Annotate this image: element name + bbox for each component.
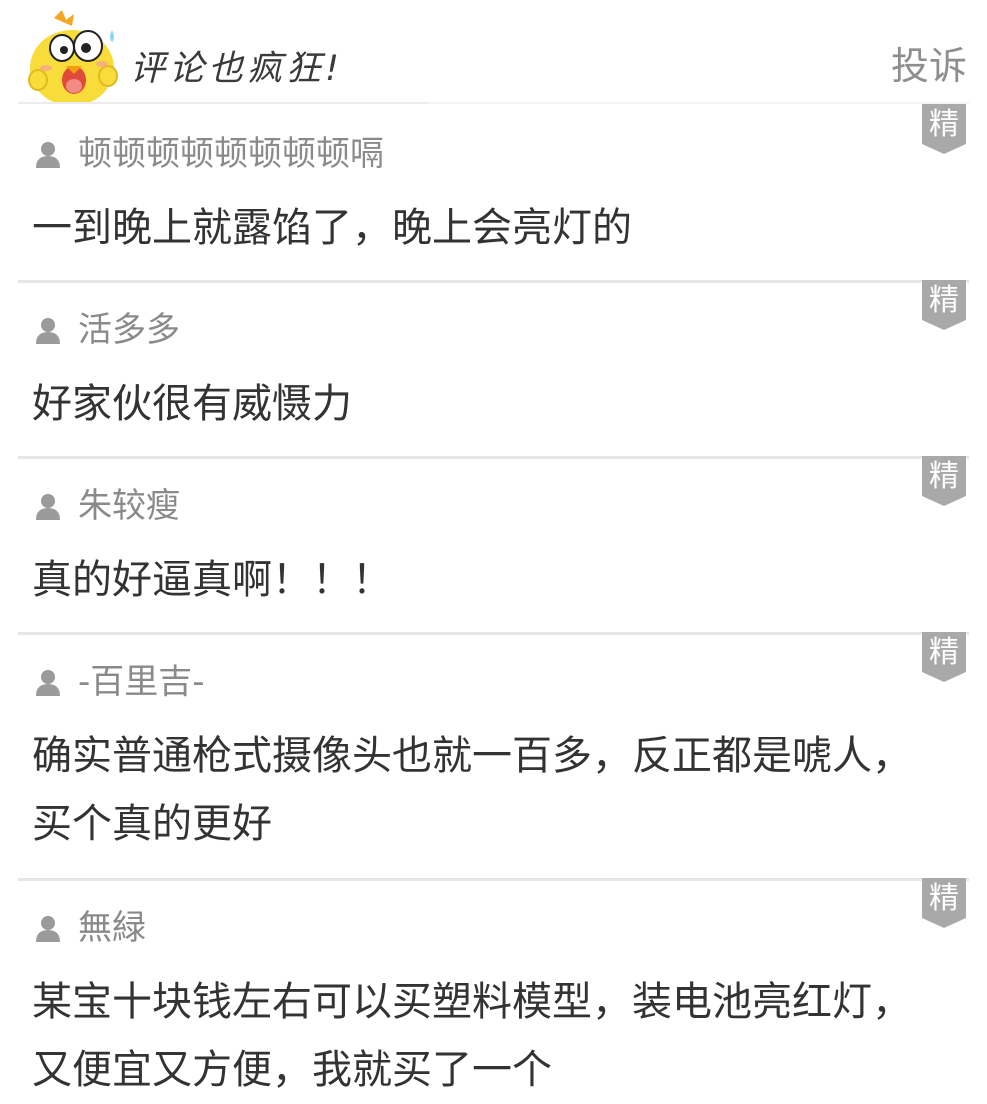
featured-badge: 精 (922, 878, 966, 928)
comment-text: 真的好逼真啊！！！ (32, 557, 392, 603)
comment-divider (18, 632, 969, 635)
comment-username[interactable]: 活多多 (78, 310, 180, 350)
comment-text: 一到晚上就露馅了，晚上会亮灯的 (32, 205, 632, 251)
comment-author: 活多多 (34, 310, 180, 350)
comment-author: 無緑 (34, 908, 146, 948)
comment-username[interactable]: -百里吉- (78, 662, 205, 702)
comment-item: 精 活多多 好家伙很有威慑力 (18, 280, 969, 456)
comment-author: -百里吉- (34, 662, 205, 702)
user-icon (34, 492, 62, 520)
comments-header: 评论也疯狂! 投诉 (0, 0, 987, 106)
comment-divider (18, 456, 969, 459)
comment-username[interactable]: 無緑 (78, 908, 146, 948)
user-icon (34, 914, 62, 942)
comment-item: 精 朱较瘦 真的好逼真啊！！！ (18, 456, 969, 632)
comment-divider (18, 878, 969, 881)
comment-divider (18, 280, 969, 283)
featured-badge: 精 (922, 632, 966, 682)
comment-item: 精 -百里吉- 确实普通枪式摄像头也就一百多，反正都是唬人，买个真的更好 (18, 632, 969, 878)
featured-badge: 精 (922, 104, 966, 154)
comment-author: 顿顿顿顿顿顿顿顿嗝 (34, 134, 384, 174)
featured-badge-label: 精 (929, 283, 959, 318)
comment-item: 精 顿顿顿顿顿顿顿顿嗝 一到晚上就露馅了，晚上会亮灯的 (18, 104, 969, 280)
featured-badge-label: 精 (929, 107, 959, 142)
comment-text: 确实普通枪式摄像头也就一百多，反正都是唬人，买个真的更好 (32, 733, 912, 847)
user-icon (34, 140, 62, 168)
comment-author: 朱较瘦 (34, 486, 180, 526)
user-icon (34, 668, 62, 696)
featured-badge-label: 精 (929, 459, 959, 494)
featured-badge-label: 精 (929, 635, 959, 670)
comment-text: 某宝十块钱左右可以买塑料模型，装电池亮红灯，又便宜又方便，我就买了一个 (32, 979, 912, 1093)
report-link[interactable]: 投诉 (891, 38, 967, 94)
featured-badge: 精 (922, 280, 966, 330)
comment-item: 精 無緑 某宝十块钱左右可以买塑料模型，装电池亮红灯，又便宜又方便，我就买了一个 (18, 878, 969, 1093)
comment-username[interactable]: 顿顿顿顿顿顿顿顿嗝 (78, 134, 384, 174)
featured-badge-label: 精 (929, 881, 959, 916)
chick-mascot-icon (24, 10, 124, 106)
featured-badge: 精 (922, 456, 966, 506)
header-title: 评论也疯狂! (130, 49, 344, 89)
user-icon (34, 316, 62, 344)
comment-username[interactable]: 朱较瘦 (78, 486, 180, 526)
comment-text: 好家伙很有威慑力 (32, 381, 352, 427)
